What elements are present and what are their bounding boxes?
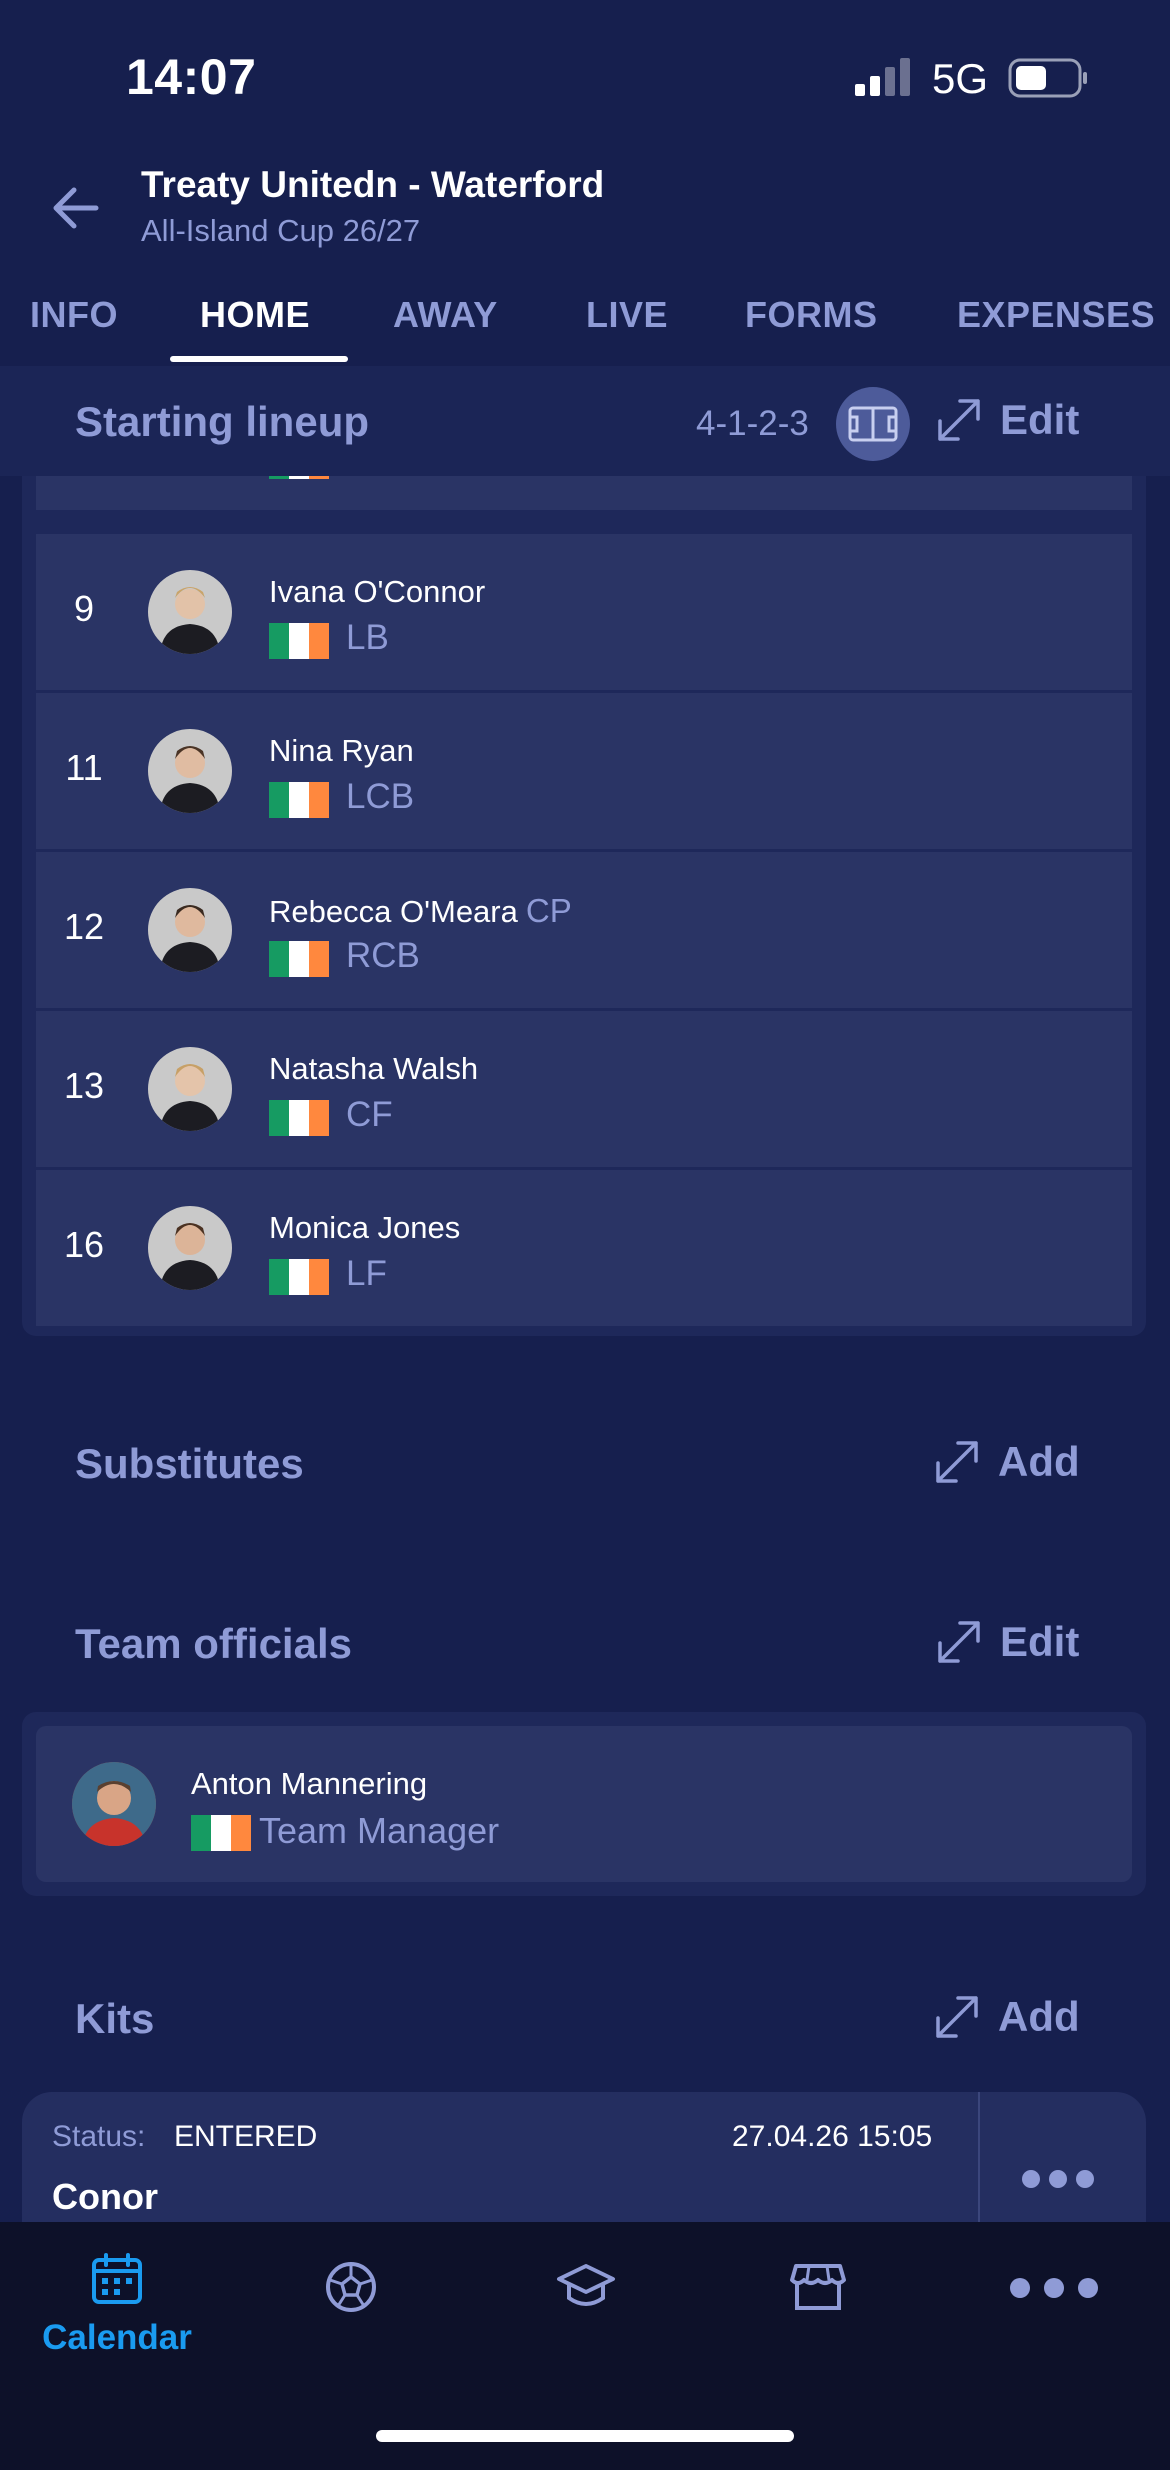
calendar-icon <box>92 2253 142 2304</box>
tab-info[interactable]: INFO <box>30 294 118 336</box>
signal-icon <box>855 58 910 96</box>
match-title: Treaty Unitedn - Waterford <box>141 164 605 205</box>
player-number: 13 <box>63 1065 105 1106</box>
lineup-list: RF 9 Ivana O'Connor LB 11 Nina Ryan LCB … <box>22 476 1146 1336</box>
network-type: 5G <box>932 55 989 102</box>
player-row[interactable]: 13 Natasha Walsh CF <box>36 1011 1132 1167</box>
kits-add-label: Add <box>998 1993 1080 2040</box>
home-indicator <box>376 2430 794 2442</box>
tab-away[interactable]: AWAY <box>393 294 498 336</box>
tab-expenses[interactable]: EXPENSES <box>957 294 1155 336</box>
kit-status: ENTERED <box>174 2120 318 2153</box>
official-name: Anton Mannering <box>191 1766 428 1801</box>
official-role: Team Manager <box>259 1810 500 1851</box>
ireland-flag-icon <box>269 941 329 977</box>
player-position: LB <box>346 618 389 657</box>
tab-home[interactable]: HOME <box>200 294 310 336</box>
expand-icon <box>938 399 980 441</box>
pitch-icon <box>848 406 898 442</box>
battery-icon <box>1008 58 1087 98</box>
ireland-flag-icon <box>269 782 329 818</box>
officials-edit-button[interactable]: Edit <box>936 1618 1079 1666</box>
player-name: Monica Jones <box>269 1210 461 1245</box>
player-name: Natasha Walsh <box>269 1051 479 1086</box>
player-position: RCB <box>346 936 420 975</box>
player-row[interactable]: 11 Nina Ryan LCB <box>36 693 1132 849</box>
player-position: LCB <box>346 777 415 816</box>
tab-bar: INFO HOME AWAY LIVE FORMS EXPENSES <box>0 272 1170 364</box>
expand-icon <box>936 1441 978 1483</box>
player-position: CF <box>346 1095 393 1134</box>
kits-title: Kits <box>75 1995 155 2042</box>
player-position: LF <box>346 1254 387 1293</box>
player-avatar <box>148 1206 232 1290</box>
arrow-left-icon <box>53 187 99 229</box>
player-name: Ivana O'Connor <box>269 574 486 609</box>
captain-badge: CP <box>525 892 572 929</box>
kit-name: Conor <box>52 2176 158 2217</box>
official-row[interactable]: Anton Mannering Team Manager <box>36 1726 1132 1882</box>
nav-calendar-label: Calendar <box>42 2318 192 2357</box>
player-row[interactable]: RF <box>36 476 1132 510</box>
lineup-edit-label: Edit <box>1000 396 1080 443</box>
player-name: Nina Ryan <box>269 733 414 768</box>
starting-lineup-title: Starting lineup <box>75 398 369 445</box>
player-row[interactable]: 9 Ivana O'Connor LB <box>36 534 1132 690</box>
official-avatar <box>72 1762 156 1846</box>
officials-edit-label: Edit <box>1000 1618 1080 1665</box>
more-icon[interactable] <box>1010 2278 1098 2298</box>
player-row[interactable]: 16 Monica Jones LF <box>36 1170 1132 1326</box>
more-options-icon[interactable] <box>1022 2170 1094 2188</box>
player-name: Rebecca O'Meara CP <box>269 892 572 929</box>
tab-live[interactable]: LIVE <box>586 294 668 336</box>
ireland-flag-icon <box>269 476 329 479</box>
player-number: 16 <box>63 1224 105 1265</box>
player-number: 12 <box>63 906 105 947</box>
ireland-flag-icon <box>191 1815 251 1851</box>
graduation-cap-icon <box>557 2264 615 2306</box>
expand-icon <box>936 1996 978 2038</box>
ireland-flag-icon <box>269 623 329 659</box>
expand-icon <box>938 1621 980 1663</box>
ireland-flag-icon <box>269 1100 329 1136</box>
substitutes-add-label: Add <box>998 1438 1080 1485</box>
kits-add-button[interactable]: Add <box>934 1993 1080 2041</box>
player-avatar <box>148 570 232 654</box>
player-row[interactable]: 12 Rebecca O'Meara CP RCB <box>36 852 1132 1008</box>
player-avatar <box>148 888 232 972</box>
tab-forms[interactable]: FORMS <box>745 294 878 336</box>
football-icon <box>326 2262 376 2312</box>
player-number: 11 <box>65 747 103 788</box>
player-position: RF <box>346 476 393 478</box>
kit-date: 27.04.26 15:05 <box>732 2120 933 2153</box>
lineup-edit-button[interactable]: Edit <box>936 396 1079 444</box>
active-tab-indicator <box>170 356 348 362</box>
nav-store[interactable] <box>790 2260 846 2314</box>
player-avatar <box>148 729 232 813</box>
substitutes-title: Substitutes <box>75 1440 304 1487</box>
match-subtitle: All-Island Cup 26/27 <box>141 213 421 248</box>
pitch-view-button[interactable] <box>836 387 910 461</box>
kit-status-label: Status: <box>52 2120 146 2153</box>
player-number: 9 <box>73 588 95 629</box>
formation-value[interactable]: 4-1-2-3 <box>696 404 809 444</box>
status-time: 14:07 <box>126 49 257 105</box>
nav-matches[interactable] <box>324 2260 378 2314</box>
back-button[interactable] <box>40 172 112 244</box>
nav-calendar[interactable]: Calendar <box>32 2252 202 2358</box>
store-icon <box>790 2264 846 2310</box>
status-bar: 14:07 5G <box>0 0 1170 150</box>
substitutes-add-button[interactable]: Add <box>934 1438 1080 1486</box>
player-avatar <box>148 1047 232 1131</box>
nav-education[interactable] <box>555 2260 617 2314</box>
team-officials-title: Team officials <box>75 1620 352 1667</box>
officials-list: Anton Mannering Team Manager <box>22 1712 1146 1896</box>
ireland-flag-icon <box>269 1259 329 1295</box>
